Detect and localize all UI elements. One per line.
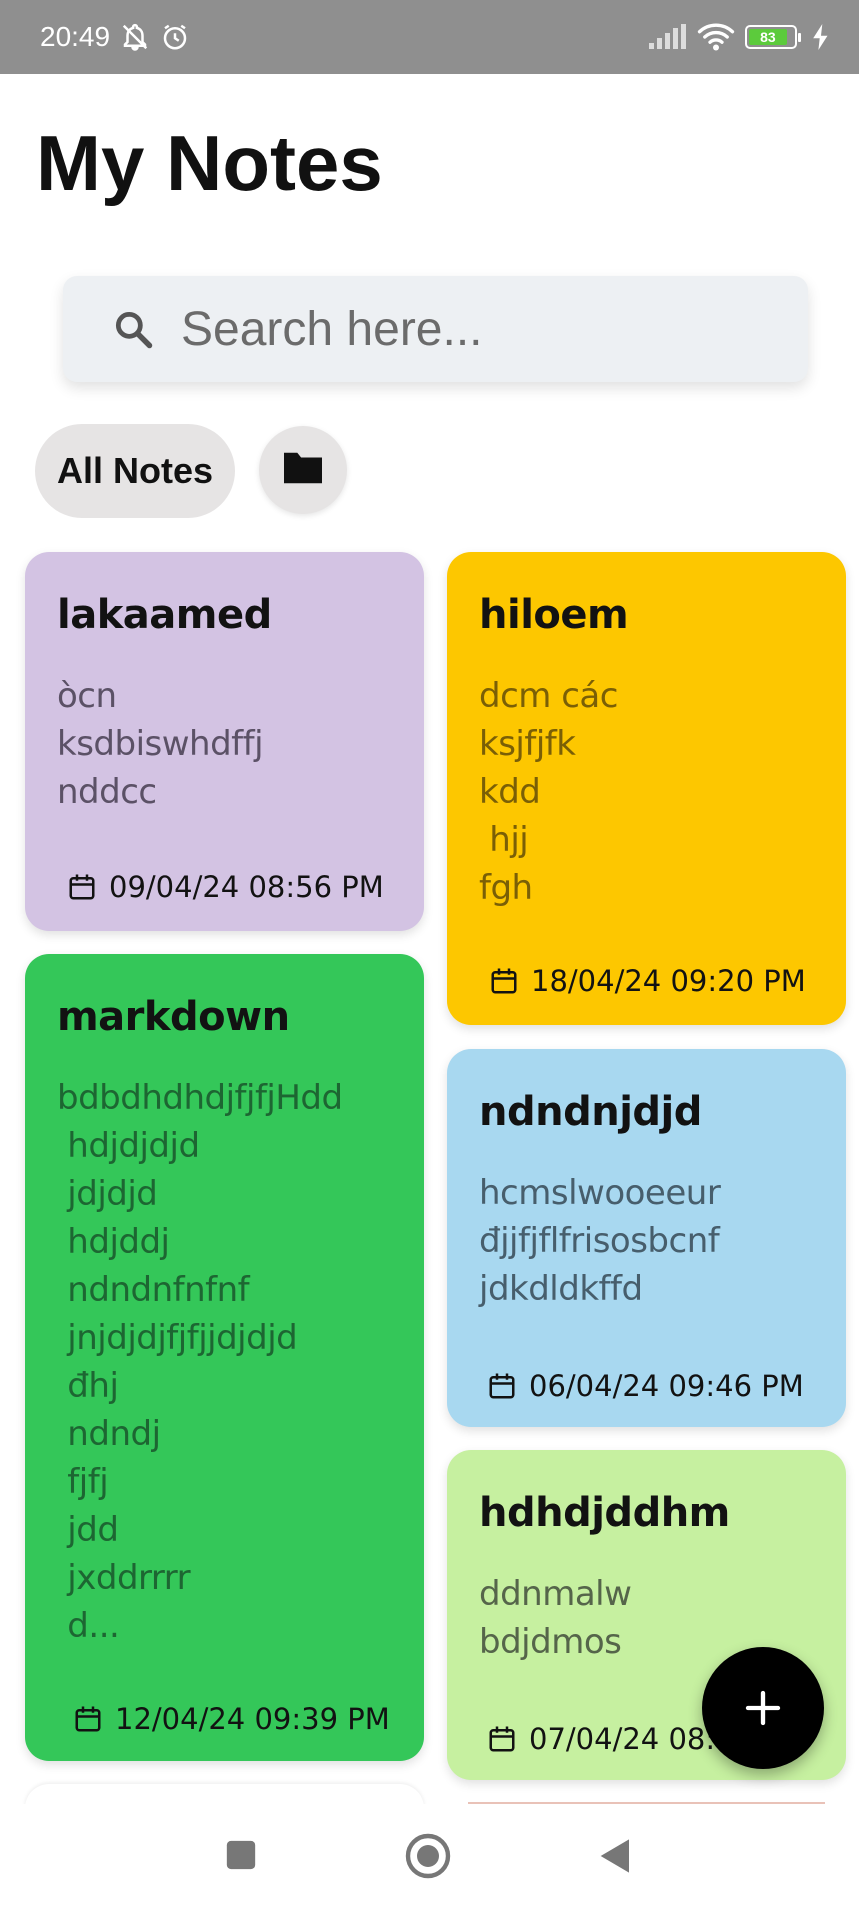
search-icon: [111, 307, 155, 351]
status-bar: 20:49 83: [0, 0, 859, 74]
note-card[interactable]: ndndnjdjd hcmslwooeeur đjjfjflfrisosbcnf…: [447, 1049, 846, 1427]
home-button[interactable]: [404, 1832, 452, 1884]
note-date: 06/04/24 09:46 PM: [487, 1369, 804, 1403]
notifications-off-icon: [120, 22, 150, 52]
alarm-icon: [160, 22, 190, 52]
calendar-icon: [69, 874, 95, 900]
note-date-text: 06/04/24 09:46 PM: [529, 1369, 804, 1403]
page-title: My Notes: [36, 119, 383, 207]
note-body: hcmslwooeeur đjjfjflfrisosbcnf jdkdldkff…: [479, 1173, 721, 1309]
note-title: lakaamed: [57, 592, 272, 638]
note-title: hdhdjddhm: [479, 1490, 730, 1536]
signal-icon: [647, 23, 687, 51]
search-input[interactable]: [181, 301, 741, 357]
note-date: 09/04/24 08:56 PM: [67, 870, 384, 904]
recents-button[interactable]: [224, 1838, 258, 1876]
battery-level: 83: [749, 29, 787, 45]
note-date: 07/04/24 08:: [487, 1722, 715, 1756]
calendar-icon: [489, 1373, 515, 1399]
note-date-text: 12/04/24 09:39 PM: [115, 1702, 390, 1736]
circle-icon: [405, 1833, 451, 1879]
charging-icon: [813, 24, 829, 50]
note-title: ndndnjdjd: [479, 1089, 702, 1135]
navigation-bar: [0, 1804, 859, 1908]
plus-icon: [745, 1690, 781, 1726]
note-date-text: 09/04/24 08:56 PM: [109, 870, 384, 904]
triangle-back-icon: [600, 1839, 629, 1873]
note-body: bdbdhdhdjfjfjHdd hdjdjdjd jdjdjd hdjddj …: [57, 1078, 343, 1646]
square-icon: [226, 1840, 256, 1870]
note-card[interactable]: lakaamed òcn ksdbiswhdffj nddcc 09/04/24…: [25, 552, 424, 931]
note-card[interactable]: hiloem dcm các ksjfjfk kdd hjj fgh 18/04…: [447, 552, 846, 1025]
folder-button[interactable]: [259, 426, 347, 514]
search-bar[interactable]: [63, 276, 808, 382]
add-note-button[interactable]: [702, 1647, 824, 1769]
note-body: òcn ksdbiswhdffj nddcc: [57, 676, 264, 812]
all-notes-chip[interactable]: All Notes: [35, 424, 235, 518]
note-date: 18/04/24 09:20 PM: [489, 964, 806, 998]
calendar-icon: [75, 1706, 101, 1732]
status-time: 20:49: [40, 21, 111, 52]
note-date-text: 07/04/24 08:: [529, 1722, 716, 1756]
note-title: hiloem: [479, 592, 629, 638]
folder-icon: [280, 449, 326, 491]
back-button[interactable]: [597, 1836, 631, 1880]
battery-icon: 83: [745, 25, 801, 49]
note-title: markdown: [57, 994, 290, 1040]
wifi-icon: [697, 22, 735, 52]
note-body: dcm các ksjfjfk kdd hjj fgh: [479, 676, 618, 908]
calendar-icon: [489, 1726, 515, 1752]
note-date-text: 18/04/24 09:20 PM: [531, 964, 806, 998]
calendar-icon: [491, 968, 517, 994]
note-date: 12/04/24 09:39 PM: [73, 1702, 390, 1736]
note-card[interactable]: markdown bdbdhdhdjfjfjHdd hdjdjdjd jdjdj…: [25, 954, 424, 1761]
